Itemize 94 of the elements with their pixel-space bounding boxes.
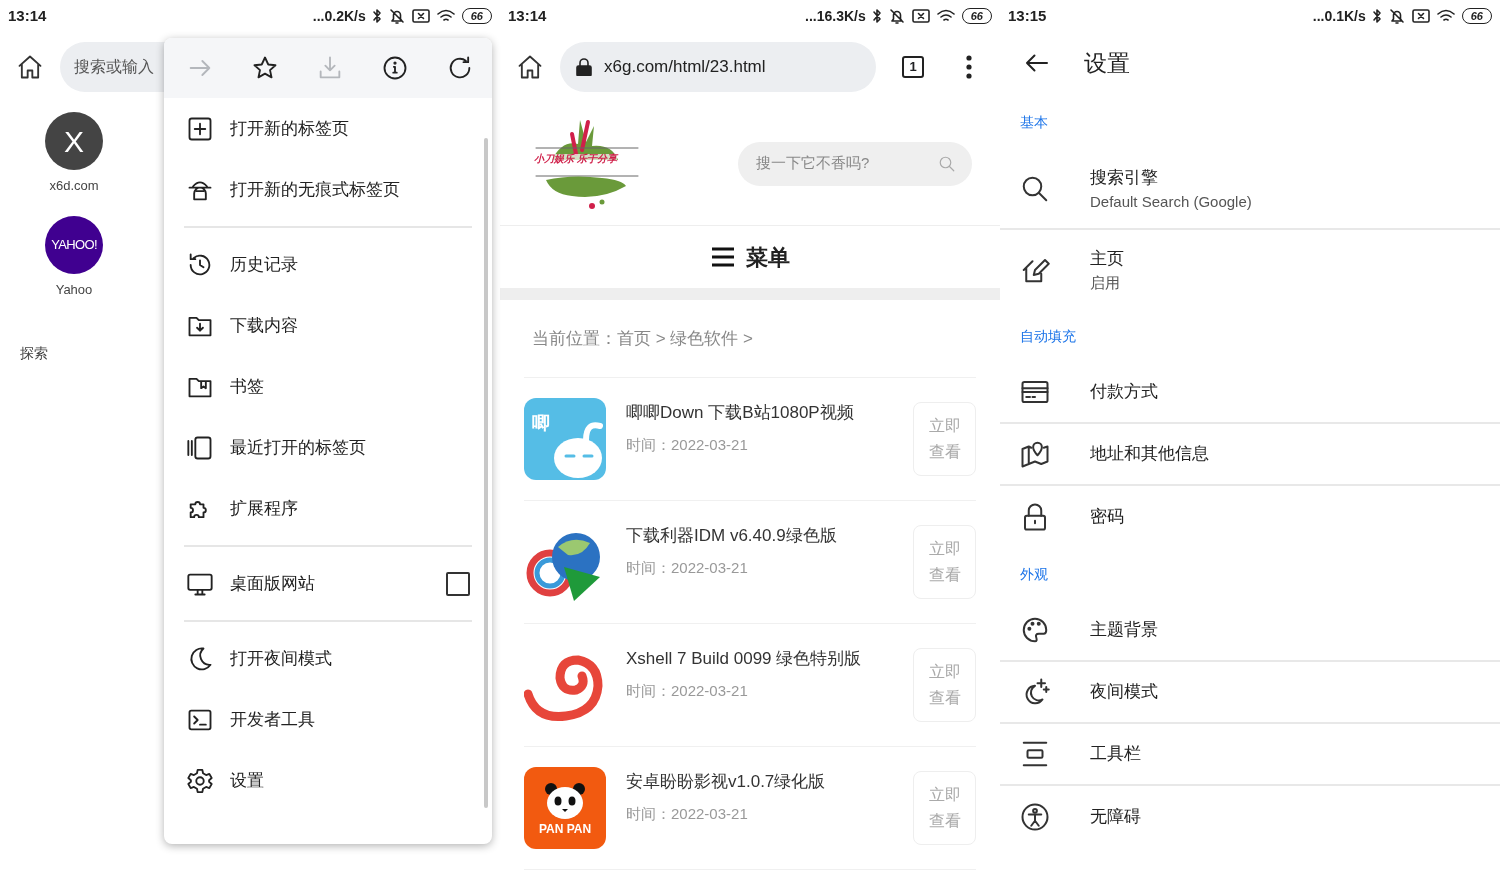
article-item[interactable]: 唧 唧唧Down 下载B站1080P视频 时间：2022-03-21 立即查看: [524, 378, 976, 501]
menu-label: 菜单: [746, 243, 790, 272]
icon-label: PAN PAN: [538, 823, 592, 835]
menu-item[interactable]: 打开新的标签页: [230, 115, 470, 142]
article-date: 时间：2022-03-21: [626, 434, 749, 455]
sim-off-icon: [411, 9, 430, 23]
menu-item[interactable]: 桌面版网站: [230, 570, 430, 597]
article-item[interactable]: Xshell 7 Build 0099 绿色特别版 时间：2022-03-21 立即查看: [524, 624, 976, 747]
article-title[interactable]: Xshell 7 Build 0099 绿色特别版: [626, 646, 893, 672]
address-bar[interactable]: x6g.com/html/23.html: [560, 42, 876, 92]
breadcrumb: 当前位置：首页 > 绿色软件 >: [524, 300, 976, 378]
search-placeholder: 搜一下它不香吗?: [756, 153, 870, 174]
settings-icon: [186, 766, 214, 795]
status-time: 13:14: [508, 5, 547, 26]
panda-icon: [543, 781, 587, 821]
settings-row[interactable]: 搜索引擎 Default Search (Google): [1000, 150, 1500, 230]
setting-label: 主页: [1090, 248, 1124, 270]
shortcut-label[interactable]: Yahoo: [55, 279, 93, 299]
page-title: 设置: [1084, 48, 1130, 78]
menu-item[interactable]: 扩展程序: [230, 495, 470, 522]
article-item[interactable]: 下载利器IDM v6.40.9绿色版 时间：2022-03-21 立即查看: [524, 501, 976, 624]
menu-item[interactable]: 最近打开的标签页: [230, 434, 470, 461]
setting-label: 夜间模式: [1090, 681, 1158, 704]
setting-summary: 启用: [1090, 272, 1121, 293]
bluetooth-icon: [1371, 8, 1382, 24]
map-pin-icon: [1020, 439, 1050, 469]
article-title[interactable]: 安卓盼盼影视v1.0.7绿化版: [626, 769, 893, 795]
setting-label: 工具栏: [1090, 743, 1141, 766]
sim-off-icon: [911, 9, 930, 23]
lock-icon: [576, 58, 592, 76]
home-icon[interactable]: [516, 53, 544, 81]
checkbox[interactable]: [446, 571, 470, 596]
settings-row[interactable]: 工具栏: [1000, 724, 1500, 786]
menu-item[interactable]: 设置: [230, 767, 470, 794]
article-title[interactable]: 下载利器IDM v6.40.9绿色版: [626, 523, 893, 549]
menu-item[interactable]: 历史记录: [230, 251, 470, 278]
setting-label: 主题背景: [1090, 619, 1158, 642]
section-title: 探索: [20, 344, 48, 363]
settings-row[interactable]: 夜间模式: [1000, 662, 1500, 724]
url-text: x6g.com/html/23.html: [604, 56, 766, 79]
bluetooth-icon: [371, 8, 382, 24]
section-header: 自动填充: [1019, 326, 1077, 346]
menu-item[interactable]: 书签: [230, 373, 470, 400]
more-menu-icon[interactable]: [966, 55, 972, 79]
setting-label: 无障碍: [1090, 806, 1141, 829]
settings-row[interactable]: 主题背景: [1000, 600, 1500, 662]
bluetooth-icon: [871, 8, 882, 24]
network-speed: ...16.3K/s: [805, 6, 866, 26]
settings-row[interactable]: 无障碍: [1000, 786, 1500, 848]
wifi-icon: [435, 8, 456, 24]
menu-item[interactable]: 打开夜间模式: [230, 645, 470, 672]
bell-off-icon: [887, 7, 906, 25]
sim-off-icon: [1411, 9, 1430, 23]
article-date: 时间：2022-03-21: [626, 557, 749, 578]
bell-off-icon: [387, 7, 406, 25]
accessibility-icon: [1020, 802, 1050, 832]
menu-button[interactable]: 菜单: [500, 226, 1000, 288]
menu-item[interactable]: 下载内容: [230, 312, 470, 339]
setting-label: 密码: [1090, 506, 1124, 529]
setting-label: 付款方式: [1090, 381, 1158, 404]
search-icon: [1020, 174, 1050, 204]
shortcut-label[interactable]: x6d.com: [49, 176, 99, 196]
home-icon[interactable]: [16, 53, 44, 81]
article-date: 时间：2022-03-21: [626, 680, 749, 701]
menu-icon[interactable]: [710, 246, 736, 268]
wifi-icon: [935, 8, 956, 24]
setting-summary: Default Search (Google): [1090, 191, 1252, 212]
wifi-icon: [1435, 8, 1456, 24]
network-speed: ...0.2K/s: [312, 6, 366, 26]
tab-count-button[interactable]: 1: [902, 56, 924, 78]
status-time: 13:15: [1008, 5, 1047, 26]
icon-label: 唧: [532, 412, 550, 435]
toolbar-icon: [1020, 739, 1050, 769]
article-title[interactable]: 唧唧Down 下载B站1080P视频: [626, 400, 893, 426]
network-speed: ...0.1K/s: [1312, 6, 1366, 26]
setting-label: 地址和其他信息: [1090, 443, 1209, 466]
section-header: 外观: [1019, 564, 1049, 584]
settings-row[interactable]: 付款方式: [1000, 362, 1500, 424]
settings-row[interactable]: 地址和其他信息: [1000, 424, 1500, 486]
section-header: 基本: [1019, 112, 1049, 132]
palette-icon: [1020, 615, 1050, 645]
site-logo[interactable]: 小刀娱乐 乐于分享: [532, 113, 642, 214]
setting-label: 搜索引擎: [1090, 167, 1159, 189]
menu-item[interactable]: 开发者工具: [230, 706, 470, 733]
site-logo[interactable]: X: [45, 112, 103, 170]
bell-off-icon: [1387, 7, 1406, 25]
logo-text: 小刀娱乐 乐于分享: [534, 153, 617, 164]
article-date: 时间：2022-03-21: [626, 803, 749, 824]
settings-row[interactable]: 密码: [1000, 486, 1500, 548]
settings-row[interactable]: 主页 启用: [1000, 230, 1500, 310]
menu-item[interactable]: 打开新的无痕式标签页: [230, 176, 470, 203]
article-item[interactable]: PAN PAN 安卓盼盼影视v1.0.7绿化版 时间：2022-03-21 立即查看: [524, 747, 976, 870]
site-logo[interactable]: YAHOO!: [45, 215, 103, 274]
status-time: 13:14: [8, 5, 47, 26]
